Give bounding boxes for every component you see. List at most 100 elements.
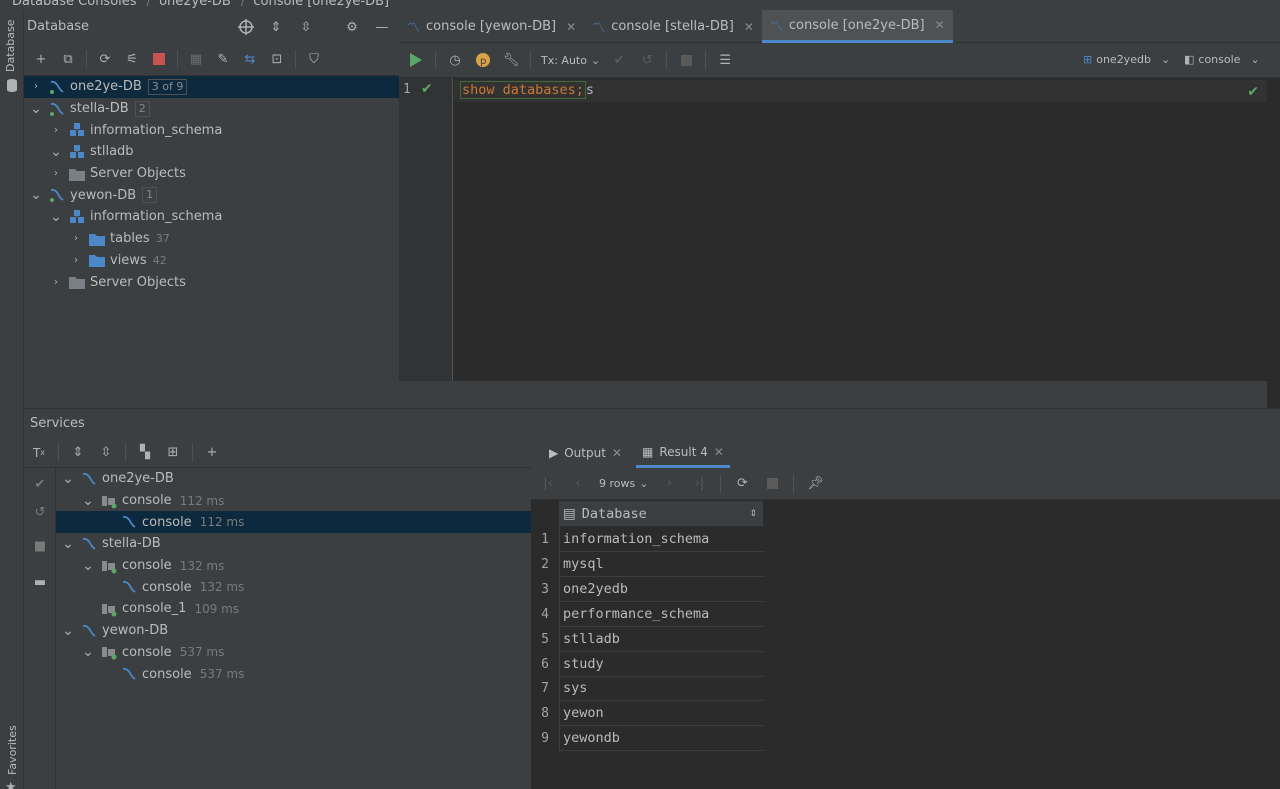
chevron-right-icon[interactable]: › — [70, 255, 82, 266]
table-icon[interactable]: ▦ — [187, 50, 205, 68]
tx-mode-dropdown[interactable]: Tx: Auto ⌄ — [541, 54, 600, 67]
session-selector[interactable]: ◧ console ⌄ — [1184, 53, 1260, 66]
sort-icon[interactable]: ⇕ — [749, 509, 757, 519]
service-item[interactable]: console 132 ms — [56, 576, 531, 598]
wrench-icon[interactable]: 🔧︎ — [502, 51, 520, 69]
tree-item[interactable]: ⌄ stlladb — [24, 141, 399, 163]
table-row[interactable]: 9 yewondb — [531, 726, 763, 752]
tree-item[interactable]: › tables 37 — [24, 228, 399, 250]
service-item[interactable]: ⌄ console 112 ms — [56, 490, 531, 512]
chevron-right-icon[interactable]: › — [70, 233, 82, 244]
chevron-down-icon[interactable]: ⌄ — [30, 101, 42, 117]
service-item[interactable]: console 537 ms — [56, 663, 531, 685]
last-page-icon[interactable]: ›| — [690, 475, 708, 493]
chevron-down-icon[interactable]: ⌄ — [50, 144, 62, 160]
tx-icon[interactable]: Tx — [30, 444, 48, 462]
tab-output[interactable]: ▶︎ Output ✕ — [543, 438, 628, 468]
commit-icon[interactable]: ✔ — [32, 476, 48, 492]
prev-page-icon[interactable]: ‹ — [569, 475, 587, 493]
expand-all-icon[interactable]: ⇕ — [69, 444, 87, 462]
tree-item[interactable]: ⌄ yewon-DB 1 — [24, 184, 399, 206]
chevron-down-icon[interactable]: ⌄ — [82, 558, 94, 574]
collapse-all-icon[interactable]: ⇳ — [297, 18, 315, 36]
copy-icon[interactable]: ⧉ — [59, 50, 77, 68]
next-page-icon[interactable]: › — [660, 475, 678, 493]
tab-console-stella[interactable]: 〽 console [stella-DB] ✕ — [584, 10, 762, 43]
service-item[interactable]: ⌄ one2ye-DB — [56, 468, 531, 490]
stop-icon[interactable] — [150, 50, 168, 68]
chevron-right-icon[interactable]: › — [50, 168, 62, 179]
schema-selector[interactable]: ⊞ one2yedb ⌄ — [1083, 53, 1170, 66]
chevron-down-icon[interactable]: ⌄ — [82, 493, 94, 509]
star-icon[interactable]: ★ — [5, 780, 17, 789]
table-row[interactable]: 1 information_schema — [531, 527, 763, 552]
vertical-scrollbar[interactable] — [1267, 78, 1280, 408]
sql-editor[interactable]: 1 ✔ show databases; s ✔ — [399, 78, 1267, 381]
tree-item[interactable]: › information_schema — [24, 119, 399, 141]
refresh-icon[interactable]: ⟳ — [96, 50, 114, 68]
tree-item[interactable]: ⌄ information_schema — [24, 206, 399, 228]
tree-item[interactable]: › Server Objects — [24, 271, 399, 293]
table-row[interactable]: 6 study — [531, 651, 763, 677]
breadcrumb-item[interactable]: one2ye-DB — [159, 0, 231, 9]
table-row[interactable]: 3 one2yedb — [531, 576, 763, 602]
column-header[interactable]: ▤ Database ⇕ — [559, 501, 763, 526]
table-cell[interactable]: stlladb — [559, 626, 763, 652]
stop-icon[interactable]: ■ — [32, 538, 48, 554]
add-icon[interactable]: + — [32, 50, 50, 68]
database-tool-icon[interactable] — [6, 78, 18, 92]
table-cell[interactable]: one2yedb — [559, 576, 763, 602]
history-icon[interactable]: ◷ — [446, 51, 464, 69]
tree-item[interactable]: › one2ye-DB 3 of 9 — [24, 76, 399, 98]
table-cell[interactable]: performance_schema — [559, 601, 763, 627]
parameters-icon[interactable]: p — [474, 51, 492, 69]
jump-icon[interactable]: ⇆ — [241, 50, 259, 68]
favorites-tool-button[interactable]: Favorites — [6, 725, 19, 775]
tree-item[interactable]: › views 42 — [24, 250, 399, 272]
expand-all-icon[interactable]: ⇕ — [267, 18, 285, 36]
crosshair-icon[interactable] — [237, 18, 255, 36]
tab-console-one2ye[interactable]: 〽 console [one2ye-DB] ✕ — [761, 10, 953, 43]
rows-dropdown[interactable]: 9 rows ⌄ — [599, 477, 648, 490]
close-icon[interactable]: ✕ — [612, 446, 622, 460]
service-item[interactable]: console_1 109 ms — [56, 598, 531, 620]
gear-icon[interactable]: ⚙ — [343, 18, 361, 36]
commit-icon[interactable]: ✔ — [610, 51, 628, 69]
refresh-icon[interactable]: ⟳ — [733, 475, 751, 493]
tree-item[interactable]: ⌄ stella-DB 2 — [24, 98, 399, 120]
rollback-icon[interactable]: ↺ — [32, 504, 48, 520]
collapse-all-icon[interactable]: ⇳ — [97, 444, 115, 462]
chevron-down-icon[interactable]: ⌄ — [62, 536, 74, 552]
table-cell[interactable]: sys — [559, 676, 763, 702]
run-icon[interactable] — [407, 51, 425, 69]
table-row[interactable]: 2 mysql — [531, 551, 763, 577]
table-cell[interactable]: yewon — [559, 701, 763, 727]
chevron-down-icon[interactable]: ⌄ — [62, 623, 74, 639]
add-icon[interactable]: + — [203, 444, 221, 462]
new-tab-icon[interactable]: ⊞ — [164, 444, 182, 462]
code-text[interactable]: show databases; s — [460, 81, 594, 99]
chevron-down-icon[interactable]: ⌄ — [62, 471, 74, 487]
table-cell[interactable]: yewondb — [559, 726, 763, 752]
code-line[interactable]: show databases; s ✔ — [454, 80, 1267, 102]
stop-icon[interactable] — [763, 475, 781, 493]
tab-result[interactable]: ▦ Result 4 ✕ — [635, 438, 730, 468]
output-layout-icon[interactable]: ☰ — [716, 51, 734, 69]
first-page-icon[interactable]: |‹ — [539, 475, 557, 493]
rollback-icon[interactable]: ↺ — [638, 51, 656, 69]
close-icon[interactable]: ✕ — [935, 18, 945, 32]
table-row[interactable]: 4 performance_schema — [531, 601, 763, 627]
pin-icon[interactable]: 📌︎ — [806, 475, 824, 493]
edit-icon[interactable]: ✎ — [214, 50, 232, 68]
service-item[interactable]: ⌄ console 537 ms — [56, 642, 531, 664]
table-row[interactable]: 7 sys — [531, 676, 763, 702]
service-item[interactable]: ⌄ console 132 ms — [56, 555, 531, 577]
table-row[interactable]: 8 yewon — [531, 701, 763, 727]
schema-settings-icon[interactable]: ⚟ — [123, 50, 141, 68]
chevron-down-icon[interactable]: ⌄ — [82, 644, 94, 660]
tab-console-yewon[interactable]: 〽 console [yewon-DB] ✕ — [399, 10, 584, 43]
table-row[interactable]: 5 stlladb — [531, 626, 763, 652]
minimize-icon[interactable]: — — [373, 18, 391, 36]
service-item[interactable]: ⌄ yewon-DB — [56, 620, 531, 642]
close-icon[interactable]: ✕ — [714, 445, 724, 459]
